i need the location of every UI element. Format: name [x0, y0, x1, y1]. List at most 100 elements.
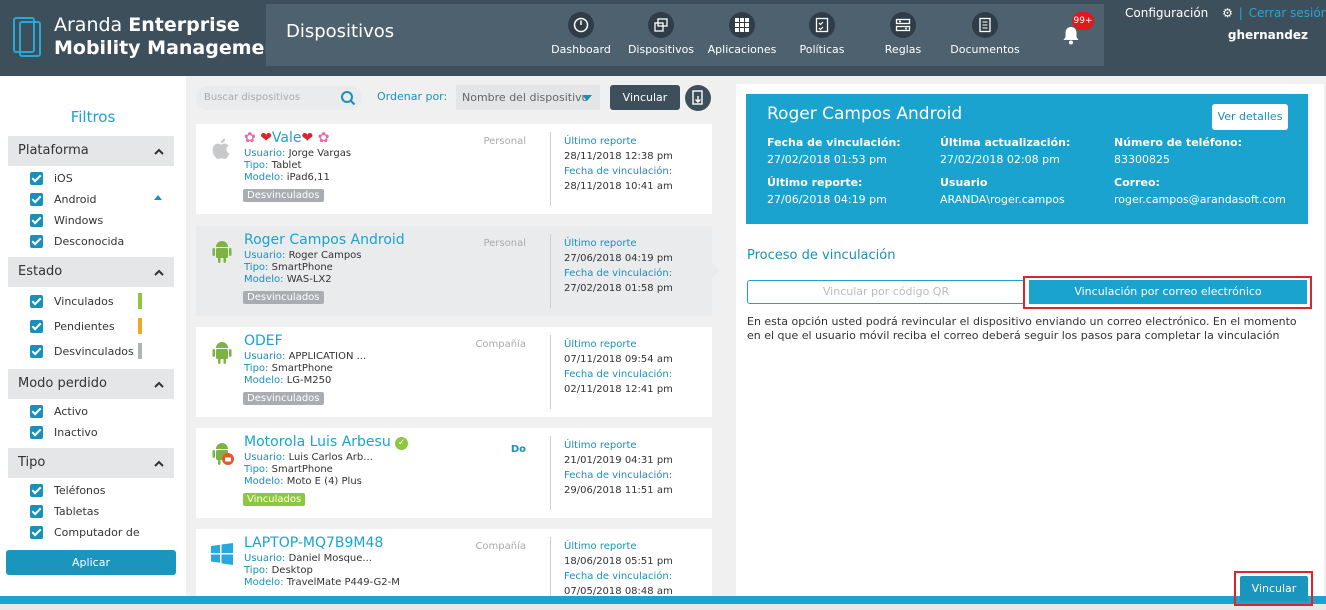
dashboard-icon: [568, 12, 594, 38]
chevron-up-icon[interactable]: [154, 147, 164, 157]
device-card[interactable]: Motorola Luis Arbesu ✓ Usuario: Luis Car…: [196, 428, 712, 518]
gear-icon[interactable]: ⚙: [1222, 6, 1233, 20]
flower-emoji-icon: ✿: [244, 130, 256, 146]
logout-link[interactable]: Cerrar sesión: [1249, 6, 1326, 20]
checkbox[interactable]: [30, 235, 43, 248]
aranda-logo-icon: [13, 17, 41, 57]
filter-group-header[interactable]: Estado: [8, 257, 174, 287]
chevron-up-icon[interactable]: [154, 459, 164, 469]
filter-inactivo[interactable]: Inactivo: [8, 422, 174, 443]
device-meta: Usuario: Luis Carlos Arb... Tipo: SmartP…: [244, 452, 373, 487]
checkbox[interactable]: [30, 295, 43, 308]
checkbox[interactable]: [30, 426, 43, 439]
filter-desconocida[interactable]: Desconocida: [8, 231, 174, 252]
field-ultima-actualizacion: Última actualización: 27/02/2018 02:08 pm: [940, 136, 1071, 166]
ownership-label: Do: [510, 444, 526, 455]
process-title: Proceso de vinculación: [747, 248, 896, 263]
device-name[interactable]: Motorola Luis Arbesu ✓: [244, 434, 409, 450]
filter-android[interactable]: Android: [8, 189, 174, 210]
device-name[interactable]: Roger Campos Android: [244, 232, 405, 248]
report-info: Último reporte 27/06/2018 04:19 pm Fecha…: [564, 238, 673, 294]
filter-group-modo-perdido: Modo perdido Activo Inactivo: [8, 369, 174, 443]
checkbox[interactable]: [30, 484, 43, 497]
rules-icon: [890, 12, 916, 38]
report-info: Último reporte 21/01/2019 04:31 pm Fecha…: [564, 440, 673, 496]
filter-telefonos[interactable]: Teléfonos: [8, 480, 174, 501]
device-card-selected[interactable]: Roger Campos Android Usuario: Roger Camp…: [196, 226, 712, 316]
device-card[interactable]: LAPTOP-MQ7B9M48 Usuario: Daniel Mosque..…: [196, 529, 712, 596]
ownership-label: Personal: [483, 238, 526, 249]
filter-group-header[interactable]: Plataforma: [8, 136, 174, 166]
apply-button[interactable]: Aplicar: [6, 550, 176, 575]
chevron-up-icon[interactable]: [154, 380, 164, 390]
top-bar: Aranda Enterprise Mobility Management Di…: [0, 0, 1326, 76]
device-name[interactable]: ✿ ❤Vale❤ ✿: [244, 130, 329, 146]
filter-vinculados[interactable]: Vinculados: [8, 289, 174, 314]
ownership-label: Compañía: [475, 339, 526, 350]
nav-dashboard[interactable]: Dashboard: [544, 8, 618, 64]
nav-reglas[interactable]: Reglas: [864, 8, 942, 64]
device-card[interactable]: ✿ ❤Vale❤ ✿ Usuario: Jorge Vargas Tipo: T…: [196, 124, 712, 214]
search-input[interactable]: Buscar dispositivos: [196, 86, 362, 110]
export-document-icon: [692, 90, 703, 105]
sort-select[interactable]: Nombre del dispositivo: [456, 85, 600, 110]
policy-checklist-icon: [809, 12, 835, 38]
nav-documentos[interactable]: Documentos: [942, 8, 1028, 64]
brand-line-2: Mobility Management: [54, 37, 288, 59]
vincular-toolbar-button[interactable]: Vincular: [610, 85, 680, 110]
device-card[interactable]: ODEF Usuario: APPLICATION ... Tipo: Smar…: [196, 327, 712, 417]
header-links: Configuración ⚙ | Cerrar sesión: [1125, 6, 1326, 20]
checkbox[interactable]: [30, 193, 43, 206]
divider: [550, 436, 551, 510]
detail-title: Roger Campos Android: [767, 104, 963, 124]
filter-group-tipo: Tipo Teléfonos Tabletas Computador de: [8, 448, 174, 543]
nav-label: Políticas: [799, 43, 845, 56]
checkbox[interactable]: [30, 172, 43, 185]
filter-computador[interactable]: Computador de: [8, 522, 174, 543]
checkbox[interactable]: [30, 405, 43, 418]
divider: [550, 335, 551, 409]
filter-tabletas[interactable]: Tabletas: [8, 501, 174, 522]
status-color-bar: [138, 343, 142, 359]
search-icon[interactable]: [340, 90, 356, 106]
status-color-bar: [138, 293, 142, 309]
report-info: Último reporte 18/06/2018 05:51 pm Fecha…: [564, 541, 673, 596]
export-button[interactable]: [685, 85, 711, 111]
android-icon: [212, 342, 232, 364]
chevron-up-icon[interactable]: [154, 268, 164, 278]
checkbox[interactable]: [30, 526, 43, 539]
field-correo: Correo: roger.campos@arandasoft.com: [1114, 176, 1286, 206]
nav-aplicaciones[interactable]: Aplicaciones: [704, 8, 780, 64]
selection-pointer: [712, 262, 720, 278]
divider: [550, 132, 551, 206]
filter-group-header[interactable]: Modo perdido: [8, 369, 174, 399]
nav-politicas[interactable]: Políticas: [780, 8, 864, 64]
status-badge: Vinculados: [243, 493, 306, 506]
heart-emoji-icon: ❤: [301, 130, 314, 146]
nav-dispositivos[interactable]: Dispositivos: [618, 8, 704, 64]
filter-group-header[interactable]: Tipo: [8, 448, 174, 478]
tab-qr[interactable]: Vincular por código QR: [747, 280, 1025, 304]
filter-ios[interactable]: iOS: [8, 168, 174, 189]
device-name[interactable]: ODEF: [244, 333, 283, 349]
caret-up-icon: [154, 195, 162, 200]
apps-grid-icon: [729, 12, 755, 38]
device-meta: Usuario: Jorge Vargas Tipo: Tablet Model…: [244, 148, 352, 183]
config-link[interactable]: Configuración: [1125, 6, 1208, 20]
heart-emoji-icon: ❤: [260, 130, 272, 146]
sort-label: Ordenar por:: [377, 90, 448, 103]
highlight-box: [1234, 571, 1313, 606]
checkbox[interactable]: [30, 214, 43, 227]
filter-windows[interactable]: Windows: [8, 210, 174, 231]
filter-desvinculados[interactable]: Desvinculados: [8, 339, 174, 364]
nav-label: Dashboard: [551, 43, 611, 56]
status-badge: Desvinculados: [243, 291, 324, 304]
checkbox[interactable]: [30, 505, 43, 518]
device-name[interactable]: LAPTOP-MQ7B9M48: [244, 535, 383, 551]
filter-activo[interactable]: Activo: [8, 401, 174, 422]
ver-detalles-button[interactable]: Ver detalles: [1212, 104, 1288, 130]
checkbox[interactable]: [30, 320, 43, 333]
filter-pendientes[interactable]: Pendientes: [8, 314, 174, 339]
checkbox[interactable]: [30, 345, 43, 358]
bottom-strip: [0, 604, 1326, 610]
